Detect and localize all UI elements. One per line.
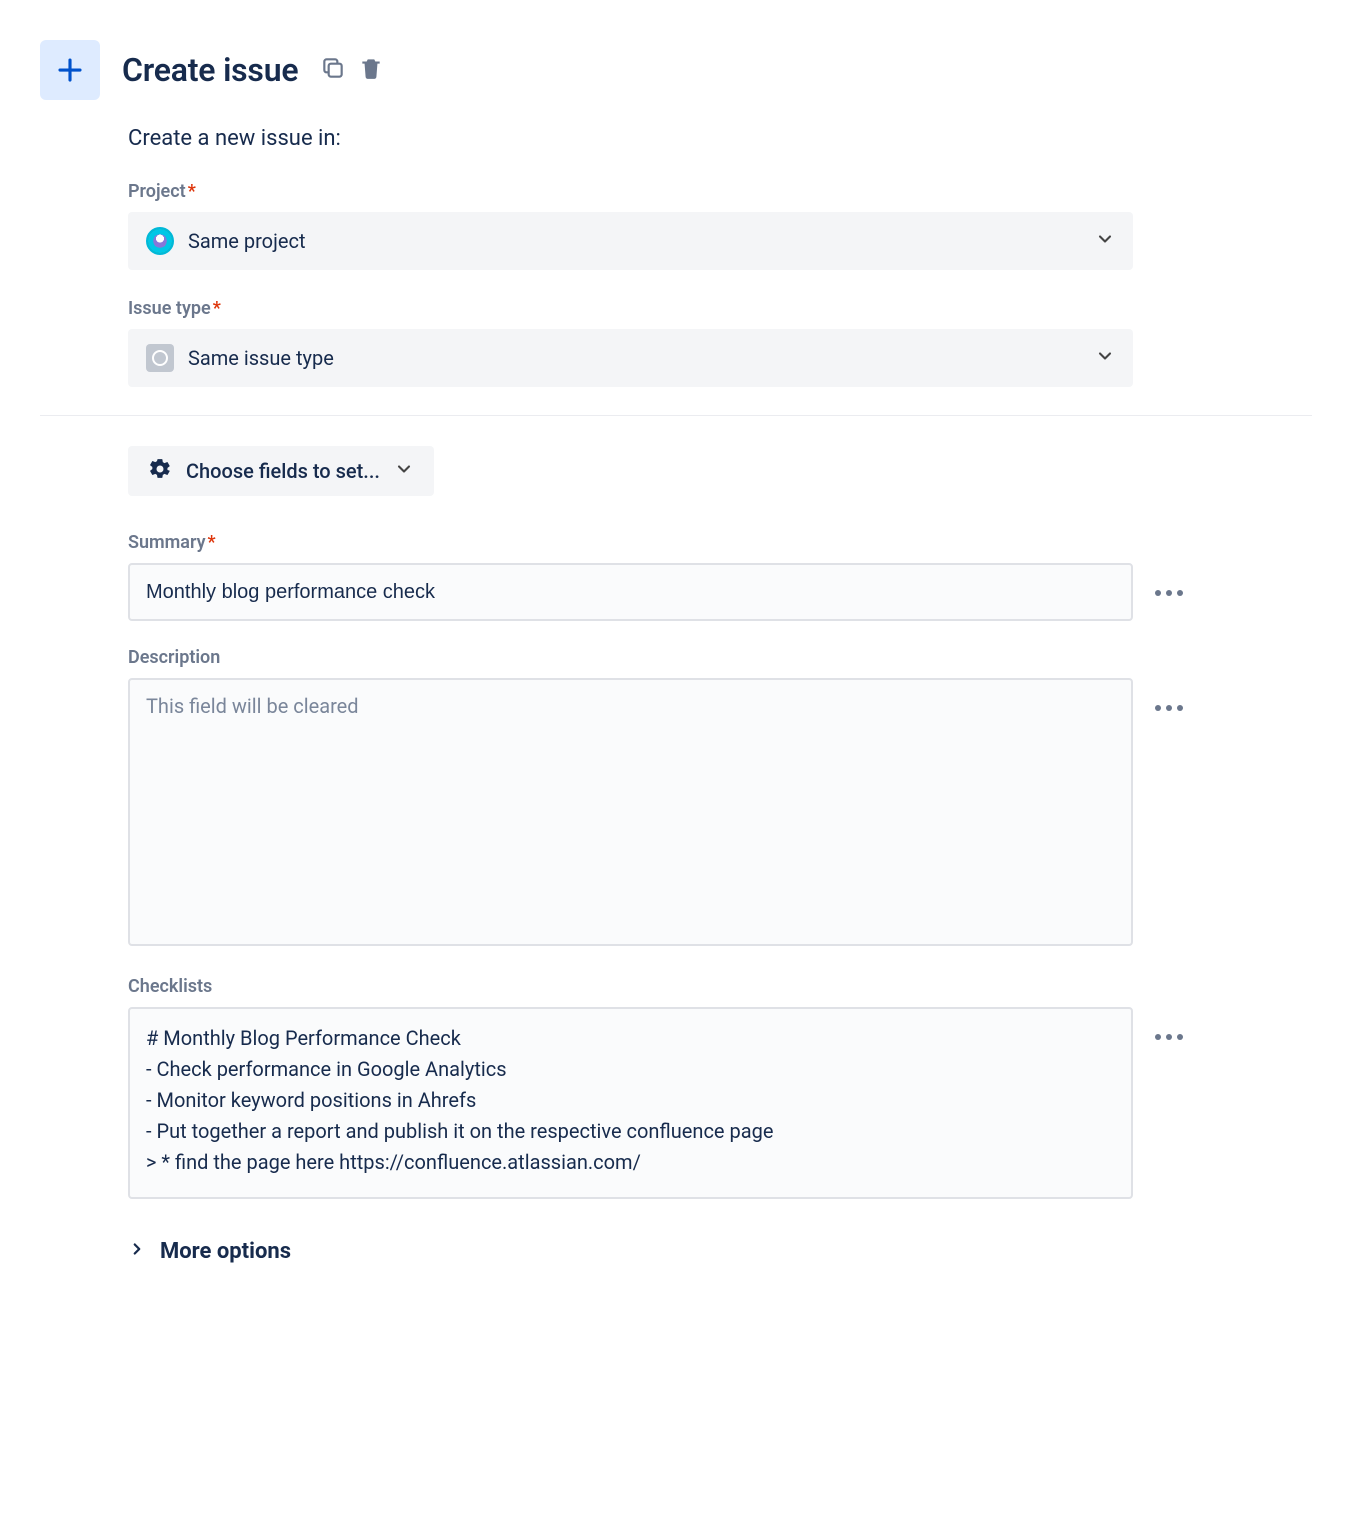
chevron-down-icon — [1095, 229, 1115, 253]
more-icon — [1155, 705, 1183, 711]
summary-label: Summary* — [128, 532, 1312, 553]
choose-fields-label: Choose fields to set... — [186, 459, 380, 483]
copy-button[interactable] — [320, 55, 346, 85]
divider — [40, 415, 1312, 416]
project-label: Project* — [128, 181, 1312, 202]
description-label: Description — [128, 647, 1312, 668]
plus-icon — [55, 55, 85, 85]
checklists-more-menu[interactable] — [1151, 1019, 1187, 1055]
description-more-menu[interactable] — [1151, 690, 1187, 726]
trash-icon — [358, 55, 384, 81]
subtitle: Create a new issue in: — [128, 126, 1312, 151]
chevron-down-icon — [394, 459, 414, 483]
more-icon — [1155, 1034, 1183, 1040]
project-select[interactable]: Same project — [128, 212, 1133, 270]
required-mark: * — [188, 181, 196, 202]
project-value: Same project — [188, 229, 305, 253]
more-options-label: More options — [160, 1239, 291, 1264]
required-mark: * — [213, 298, 221, 319]
chevron-down-icon — [1095, 346, 1115, 370]
create-issue-badge — [40, 40, 100, 100]
project-avatar-icon — [146, 227, 174, 255]
issue-type-label: Issue type* — [128, 298, 1312, 319]
checklists-label: Checklists — [128, 976, 1312, 997]
issue-type-select[interactable]: Same issue type — [128, 329, 1133, 387]
description-input[interactable] — [128, 678, 1133, 946]
gear-icon — [148, 457, 172, 485]
chevron-right-icon — [128, 1239, 146, 1264]
more-icon — [1155, 590, 1183, 596]
more-options-toggle[interactable]: More options — [128, 1239, 291, 1264]
summary-more-menu[interactable] — [1151, 575, 1187, 611]
issue-type-value: Same issue type — [188, 346, 334, 370]
choose-fields-button[interactable]: Choose fields to set... — [128, 446, 434, 496]
summary-input[interactable] — [128, 563, 1133, 621]
copy-icon — [320, 55, 346, 81]
checklists-input[interactable]: # Monthly Blog Performance Check - Check… — [128, 1007, 1133, 1199]
required-mark: * — [208, 532, 216, 553]
page-title: Create issue — [122, 51, 298, 89]
issue-type-avatar-icon — [146, 344, 174, 372]
delete-button[interactable] — [358, 55, 384, 85]
